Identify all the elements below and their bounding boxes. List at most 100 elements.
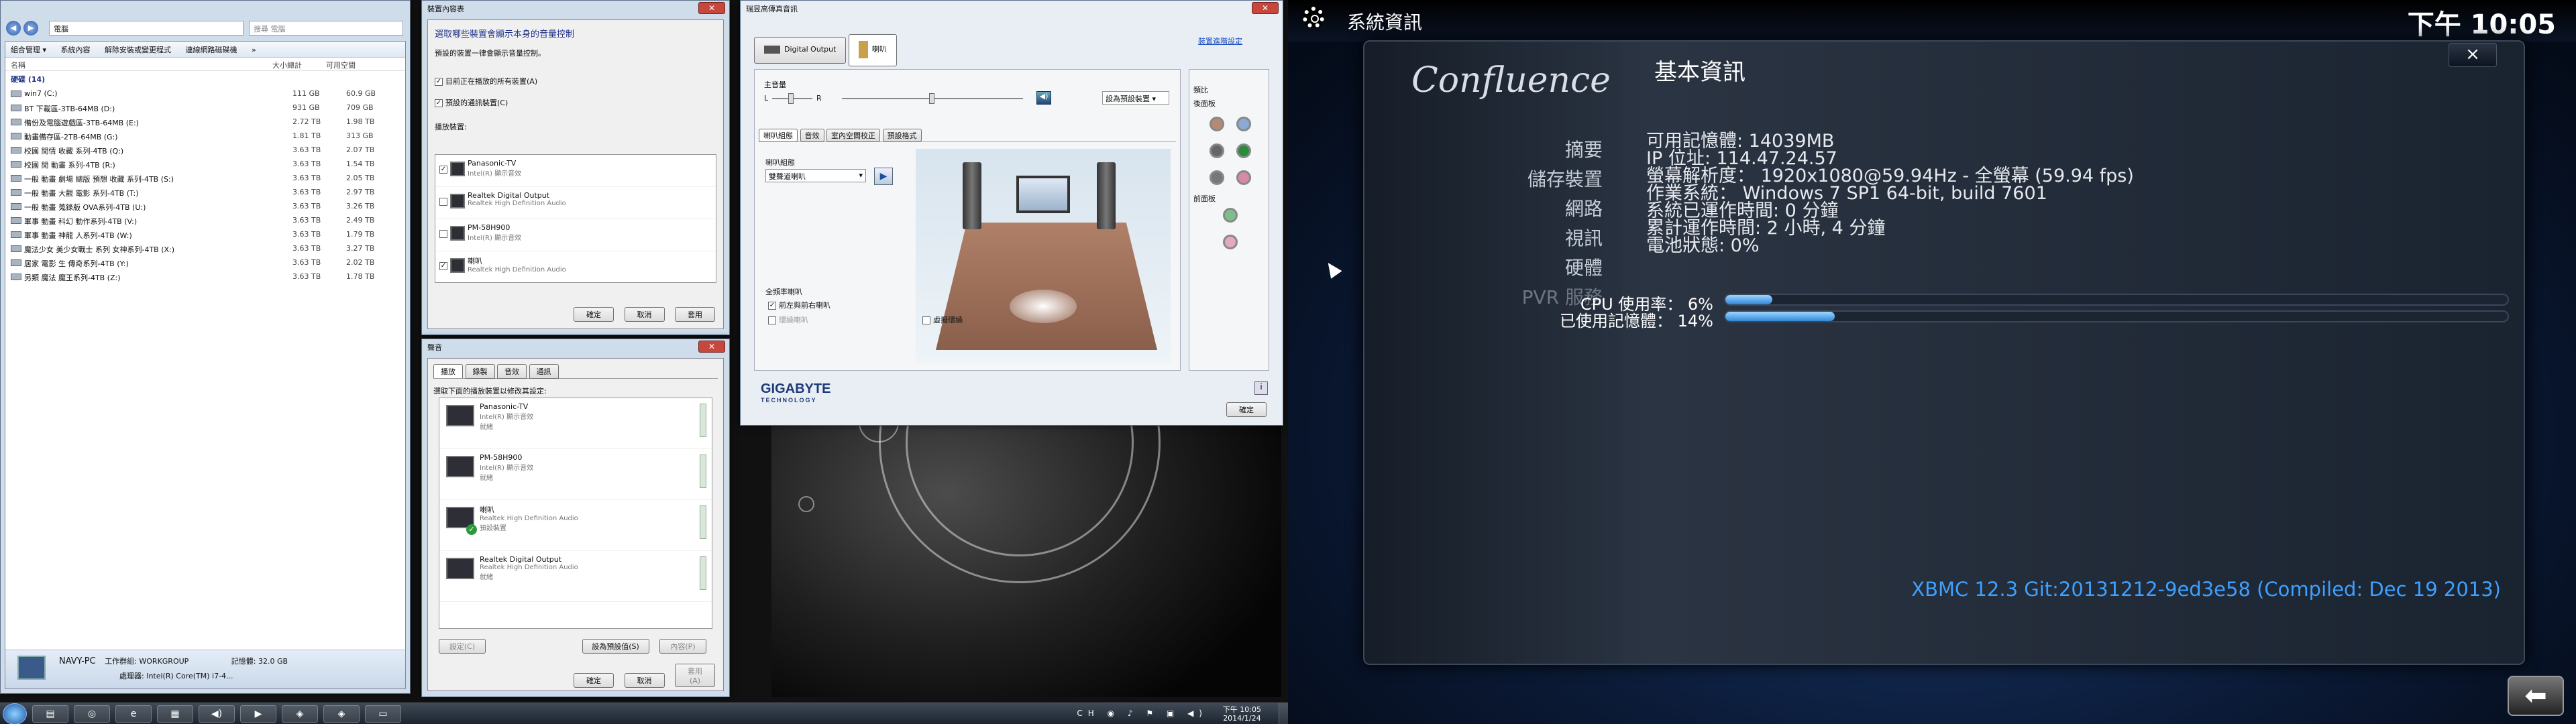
- ok-button[interactable]: 確定: [1226, 402, 1267, 417]
- apply-button[interactable]: 套用(A): [675, 664, 715, 687]
- start-button[interactable]: [3, 703, 27, 724]
- playback-device[interactable]: Realtek Digital Output Realtek High Defin…: [439, 551, 712, 602]
- default-device-dropdown[interactable]: 設為預設裝置 ▾: [1102, 91, 1169, 105]
- tab-speakers[interactable]: 喇叭: [848, 34, 897, 66]
- right-speaker-icon[interactable]: [1097, 162, 1116, 229]
- volume-slider[interactable]: [842, 93, 1023, 104]
- sound-icon[interactable]: ◀): [199, 705, 235, 723]
- subtab-config[interactable]: 喇叭組態: [759, 129, 798, 142]
- search-input[interactable]: 搜尋 電腦: [249, 21, 403, 36]
- show-desktop-button[interactable]: [1279, 703, 1288, 724]
- check-virtual-surround[interactable]: 虛擬環繞: [922, 314, 963, 325]
- drive-row[interactable]: win7 (C:) 111 GB 60.9 GB: [5, 87, 405, 101]
- set-default-button[interactable]: 設為預設值(S): [582, 639, 649, 654]
- system-properties-button[interactable]: 系統內容: [61, 46, 91, 54]
- drive-group-header[interactable]: 硬碟 (14): [5, 71, 405, 87]
- organize-button[interactable]: 組合管理 ▾: [11, 46, 46, 54]
- menu-video[interactable]: 視訊: [1565, 224, 1603, 251]
- balance-slider[interactable]: [772, 93, 812, 104]
- drive-row[interactable]: 另類 魔法 魔王系列-4TB (Z:) 3.63 TB 1.78 TB: [5, 270, 405, 284]
- apply-button[interactable]: 套用: [675, 307, 715, 322]
- tab-digital-output[interactable]: Digital Output: [754, 37, 847, 64]
- device-item[interactable]: PM-58H900 Intel(R) 顯示音效: [435, 219, 716, 251]
- menu-storage[interactable]: 儲存裝置: [1527, 165, 1603, 192]
- jack-icon[interactable]: [1223, 208, 1238, 223]
- col-name[interactable]: 名稱: [11, 61, 25, 70]
- cancel-button[interactable]: 取消: [624, 673, 665, 688]
- ok-button[interactable]: 確定: [574, 673, 614, 688]
- subtab-effects[interactable]: 音效: [800, 129, 824, 142]
- device-checkbox[interactable]: ✓: [439, 166, 447, 174]
- drive-row[interactable]: 校園 閒 動畫 系列-4TB (R:) 3.63 TB 1.54 TB: [5, 158, 405, 172]
- taskbar-clock[interactable]: 下午 10:05 2014/1/24: [1223, 705, 1261, 723]
- properties-button[interactable]: 內容(P): [659, 639, 706, 654]
- drive-row[interactable]: 軍事 動畫 科幻 動作系列-4TB (V:) 3.63 TB 2.49 TB: [5, 214, 405, 228]
- play-test-button[interactable]: ▶: [874, 168, 893, 185]
- menu-network[interactable]: 網路: [1565, 194, 1603, 221]
- back-icon[interactable]: ◀: [6, 21, 21, 36]
- uninstall-button[interactable]: 解除安裝或變更程式: [105, 46, 171, 54]
- close-icon[interactable]: ✕: [698, 341, 725, 353]
- close-icon[interactable]: ✕: [1252, 2, 1279, 14]
- folder-icon[interactable]: ▦: [157, 705, 193, 723]
- more-button[interactable]: »: [252, 46, 256, 54]
- col-free[interactable]: 可用空間: [326, 60, 356, 70]
- drive-row[interactable]: 校園 閒情 收藏 系列-4TB (Q:) 3.63 TB 2.07 TB: [5, 143, 405, 158]
- close-icon[interactable]: ✕: [698, 2, 725, 14]
- info-icon[interactable]: i: [1254, 381, 1268, 395]
- input-language[interactable]: CH: [1077, 709, 1099, 718]
- drive-row[interactable]: 一般 動畫 劇場 總版 預想 收藏 系列-4TB (S:) 3.63 TB 2.05…: [5, 172, 405, 186]
- menu-hardware[interactable]: 硬體: [1565, 253, 1603, 280]
- left-speaker-icon[interactable]: [963, 162, 981, 229]
- subtab-room[interactable]: 室內空間校正: [826, 129, 880, 142]
- playback-device[interactable]: PM-58H900 Intel(R) 顯示音效 就緒: [439, 449, 712, 500]
- chrome-icon[interactable]: ◎: [74, 705, 110, 723]
- device-item[interactable]: ✓ 喇叭 Realtek High Definition Audio: [435, 251, 716, 284]
- back-button[interactable]: ⬅: [2508, 676, 2564, 716]
- device-checkbox[interactable]: [439, 198, 447, 206]
- subtab-format[interactable]: 預設格式: [882, 129, 922, 142]
- device-checkbox[interactable]: ✓: [439, 262, 447, 270]
- cancel-button[interactable]: 取消: [624, 307, 665, 322]
- network-icon[interactable]: ▭: [365, 705, 401, 723]
- device-item[interactable]: Realtek Digital Output Realtek High Defin…: [435, 187, 716, 219]
- drive-row[interactable]: 動畫備存區-2TB-64MB (G:) 1.81 TB 313 GB: [5, 129, 405, 143]
- close-button[interactable]: ×: [2449, 43, 2497, 67]
- forward-icon[interactable]: ▶: [23, 21, 38, 36]
- jack-icon[interactable]: [1236, 170, 1251, 185]
- menu-summary[interactable]: 摘要: [1565, 135, 1603, 162]
- jack-icon[interactable]: [1210, 117, 1224, 131]
- playback-device[interactable]: Panasonic-TV Intel(R) 顯示音效 就緒: [439, 398, 712, 449]
- drive-row[interactable]: 一般 動畫 大觀 電影 系列-4TB (T:) 3.63 TB 2.97 TB: [5, 186, 405, 200]
- configure-button[interactable]: 設定(C): [439, 639, 486, 654]
- drive-row[interactable]: 備份及電腦遊戲區-3TB-64MB (E:) 2.72 TB 1.98 TB: [5, 115, 405, 129]
- playback-device[interactable]: ✓ 喇叭 Realtek High Definition Audio 預設裝置: [439, 500, 712, 551]
- jack-icon[interactable]: [1210, 143, 1224, 158]
- drive-row[interactable]: BT 下載區-3TB-64MB (D:) 931 GB 709 GB: [5, 101, 405, 115]
- jack-icon[interactable]: [1236, 143, 1251, 158]
- tab-playback[interactable]: 播放: [433, 364, 463, 378]
- wmp-icon[interactable]: ▶: [240, 705, 276, 723]
- drive-row[interactable]: 軍事 動畫 神龍 人系列-4TB (W:) 3.63 TB 1.79 TB: [5, 228, 405, 242]
- system-tray[interactable]: CH ◉ ♪ ⚑ ▣ ◀): [1077, 709, 1208, 718]
- drive-row[interactable]: 魔法少女 美少女戰士 系列 女神系列-4TB (X:) 3.63 TB 3.27 T…: [5, 242, 405, 256]
- tab-recording[interactable]: 錄製: [465, 364, 495, 379]
- tab-communications[interactable]: 通訊: [529, 364, 559, 379]
- shield2-icon[interactable]: ◈: [323, 705, 360, 723]
- ie-icon[interactable]: e: [115, 705, 152, 723]
- advanced-settings-link[interactable]: 裝置進階設定: [1198, 36, 1242, 46]
- device-item[interactable]: ✓ Panasonic-TV Intel(R) 顯示音效: [435, 155, 716, 187]
- explorer-icon[interactable]: ▤: [32, 705, 68, 723]
- jack-icon[interactable]: [1223, 235, 1238, 249]
- tab-sounds[interactable]: 音效: [497, 364, 527, 379]
- drive-row[interactable]: 一般 動畫 蒐錄版 OVA系列-4TB (U:) 3.63 TB 3.26 TB: [5, 200, 405, 214]
- col-total[interactable]: 大小總計: [272, 60, 302, 70]
- jack-icon[interactable]: [1236, 117, 1251, 131]
- address-bar[interactable]: 電腦: [49, 21, 244, 36]
- shield-icon[interactable]: ◈: [282, 705, 318, 723]
- check-playing[interactable]: ✓ 目前正在播放的所有裝置(A): [435, 76, 716, 86]
- jack-icon[interactable]: [1210, 170, 1224, 185]
- map-drive-button[interactable]: 連線網路磁碟機: [186, 46, 237, 54]
- check-surround[interactable]: 環繞喇叭: [768, 314, 808, 325]
- drive-row[interactable]: 居家 電影 生 傳奇系列-4TB (Y:) 3.63 TB 2.02 TB: [5, 256, 405, 270]
